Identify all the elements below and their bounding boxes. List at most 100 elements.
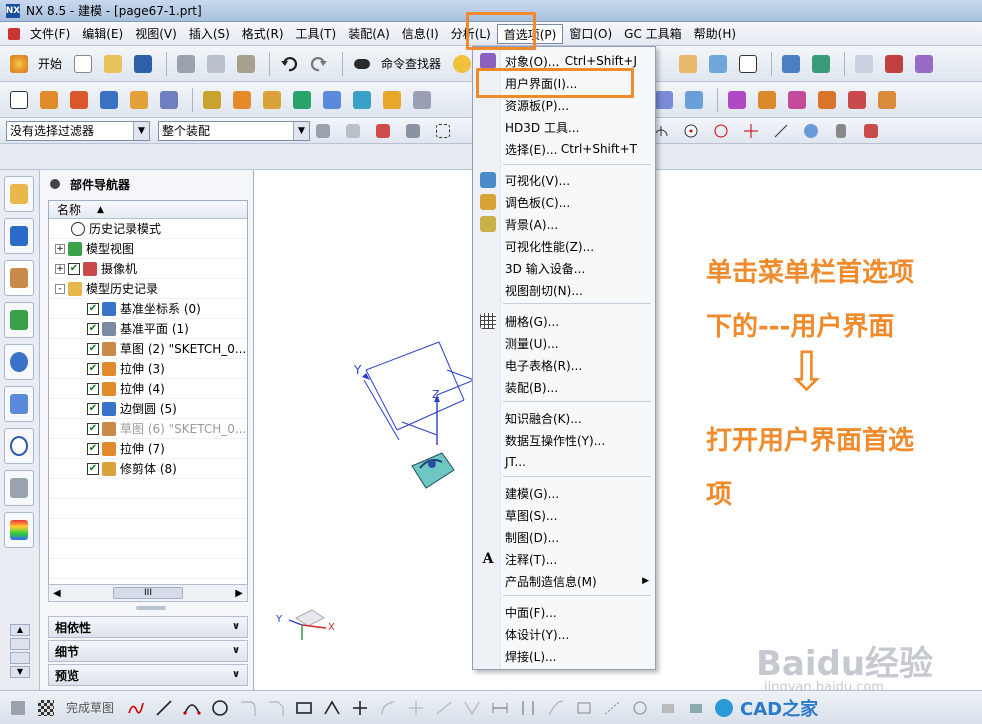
panel-splitter[interactable] [136,606,166,610]
model-views-row[interactable]: + 模型视图 [49,239,247,259]
expand-icon[interactable]: + [55,263,65,274]
boss-icon[interactable] [199,87,225,113]
history-mode-row[interactable]: 历史记录模式 [49,219,247,239]
menu-insert[interactable]: 插入(S) [183,24,236,44]
sketch-icon[interactable] [6,87,32,113]
system-materials-tab-icon[interactable] [4,470,34,506]
visibility-checkbox[interactable]: ✔ [87,422,99,435]
menu-item-mid-surface[interactable]: 中面(F)... [473,601,655,623]
app-menu-icon[interactable] [8,27,20,40]
menu-item-view-section[interactable]: 视图剖切(N)... [473,279,655,301]
copy-icon[interactable] [203,51,229,77]
orient-view-icon[interactable] [808,51,834,77]
view-style-icon[interactable] [705,51,731,77]
edit-icon[interactable] [911,51,937,77]
resource-bar-scroll[interactable]: ▲ ▼ [10,624,30,684]
datum-plane-row[interactable]: ✔ 基准平面 (1) [49,319,247,339]
visibility-checkbox[interactable]: ✔ [87,382,99,395]
visibility-checkbox[interactable]: ✔ [87,442,99,455]
quick-trim-icon[interactable] [404,697,428,719]
offset-curve-icon[interactable] [376,697,400,719]
redo-icon[interactable] [306,51,332,77]
preview-section[interactable]: 预览 ∨ [48,664,248,686]
trim-body-8-row[interactable]: ✔ 修剪体 (8) [49,459,247,479]
finish-sketch-icon[interactable] [34,697,58,719]
palette-tab-icon[interactable] [4,512,34,548]
inferred-constraints-icon[interactable] [656,697,680,719]
visibility-checkbox[interactable]: ✔ [87,402,99,415]
scroll-down-icon[interactable]: ▼ [10,666,30,678]
selection-scope-select[interactable]: 整个装配 ▼ [158,120,310,141]
sketch-6-row[interactable]: ✔ 草图 (6) "SKETCH_0... [49,419,247,439]
snap-on-curve-icon[interactable] [768,118,794,144]
menu-item-data-interoperability[interactable]: 数据互操作性(Y)... [473,429,655,451]
part-navigator-tab-icon[interactable] [4,260,34,296]
scroll-up-icon[interactable]: ▲ [10,624,30,636]
visibility-checkbox[interactable]: ✔ [87,362,99,375]
select-point-icon[interactable] [370,118,396,144]
shell-icon[interactable] [319,87,345,113]
menu-item-color-palette[interactable]: 调色板(C)... [473,191,655,213]
pad-icon[interactable] [156,87,182,113]
make-corner-icon[interactable] [460,697,484,719]
menu-item-measure[interactable]: 测量(U)... [473,332,655,354]
curve-rule-icon[interactable] [400,118,426,144]
rectangle-icon[interactable] [292,697,316,719]
snap-extra-icon[interactable] [798,118,824,144]
type-filter-select[interactable]: 没有选择过滤器 ▼ [6,120,150,141]
pin-icon[interactable] [50,179,60,189]
menu-item-hd3d-tools[interactable]: HD3D 工具... [473,116,655,138]
clock-tab-icon[interactable] [4,428,34,464]
create-inferred-icon[interactable] [684,697,708,719]
menu-item-visualization-performance[interactable]: 可视化性能(Z)... [473,235,655,257]
layer-icon[interactable] [675,51,701,77]
paste-icon[interactable] [233,51,259,77]
finish-sketch-button[interactable]: 完成草图 [66,699,114,716]
menu-view[interactable]: 视图(V) [129,24,183,44]
scroll-thumb[interactable]: III [113,587,183,599]
reuse-library-tab-icon[interactable] [4,302,34,338]
menu-item-body-design[interactable]: 体设计(Y)... [473,623,655,645]
trim-icon[interactable] [409,87,435,113]
menu-information[interactable]: 信息(I) [396,24,445,44]
menu-item-assemblies[interactable]: 装配(B)... [473,376,655,398]
wcs-icon[interactable] [881,51,907,77]
menu-item-knowledge-fusion[interactable]: 知识融合(K)... [473,407,655,429]
offset-face-icon[interactable] [784,87,810,113]
constraint-icon[interactable] [516,697,540,719]
visibility-checkbox[interactable]: ✔ [87,462,99,475]
alternate-solution-icon[interactable] [628,697,652,719]
move-face-icon[interactable] [754,87,780,113]
snap-existing-point-icon[interactable] [738,118,764,144]
menu-item-grid[interactable]: 栅格(G)... [473,310,655,332]
edge-blend-5-row[interactable]: ✔ 边倒圆 (5) [49,399,247,419]
snap-center-icon[interactable] [678,118,704,144]
extrude-7-row[interactable]: ✔ 拉伸 (7) [49,439,247,459]
start-icon[interactable] [6,51,32,77]
convert-reference-icon[interactable] [600,697,624,719]
constraint-navigator-tab-icon[interactable] [4,218,34,254]
spreadsheet-icon[interactable] [851,51,877,77]
menu-item-weld[interactable]: 焊接(L)... [473,645,655,667]
menu-item-pmi[interactable]: 产品制造信息(M) ▶ [473,570,655,592]
visibility-checkbox[interactable]: ✔ [87,342,99,355]
cameras-row[interactable]: + ✔ 摄像机 [49,259,247,279]
resize-face-icon[interactable] [844,87,870,113]
scroll-right-icon[interactable]: ▶ [235,588,243,599]
open-folder-icon[interactable] [100,51,126,77]
extrude-4-row[interactable]: ✔ 拉伸 (4) [49,379,247,399]
sketch-2-row[interactable]: ✔ 草图 (2) "SKETCH_0... [49,339,247,359]
start-button[interactable]: 开始 [38,55,62,72]
menu-edit[interactable]: 编辑(E) [76,24,129,44]
model-history-row[interactable]: - 模型历史记录 [49,279,247,299]
extrude-3-row[interactable]: ✔ 拉伸 (3) [49,359,247,379]
cut-icon[interactable] [173,51,199,77]
datum-icon[interactable] [259,87,285,113]
menu-item-sketch[interactable]: 草图(S)... [473,504,655,526]
menu-item-selection[interactable]: 选择(E)... Ctrl+Shift+T [473,138,655,160]
snap-grid-icon[interactable] [828,118,854,144]
new-file-icon[interactable] [70,51,96,77]
sync-icon[interactable] [724,87,750,113]
menu-gc-toolbox[interactable]: GC 工具箱 [618,24,688,44]
polygon-icon[interactable] [320,697,344,719]
